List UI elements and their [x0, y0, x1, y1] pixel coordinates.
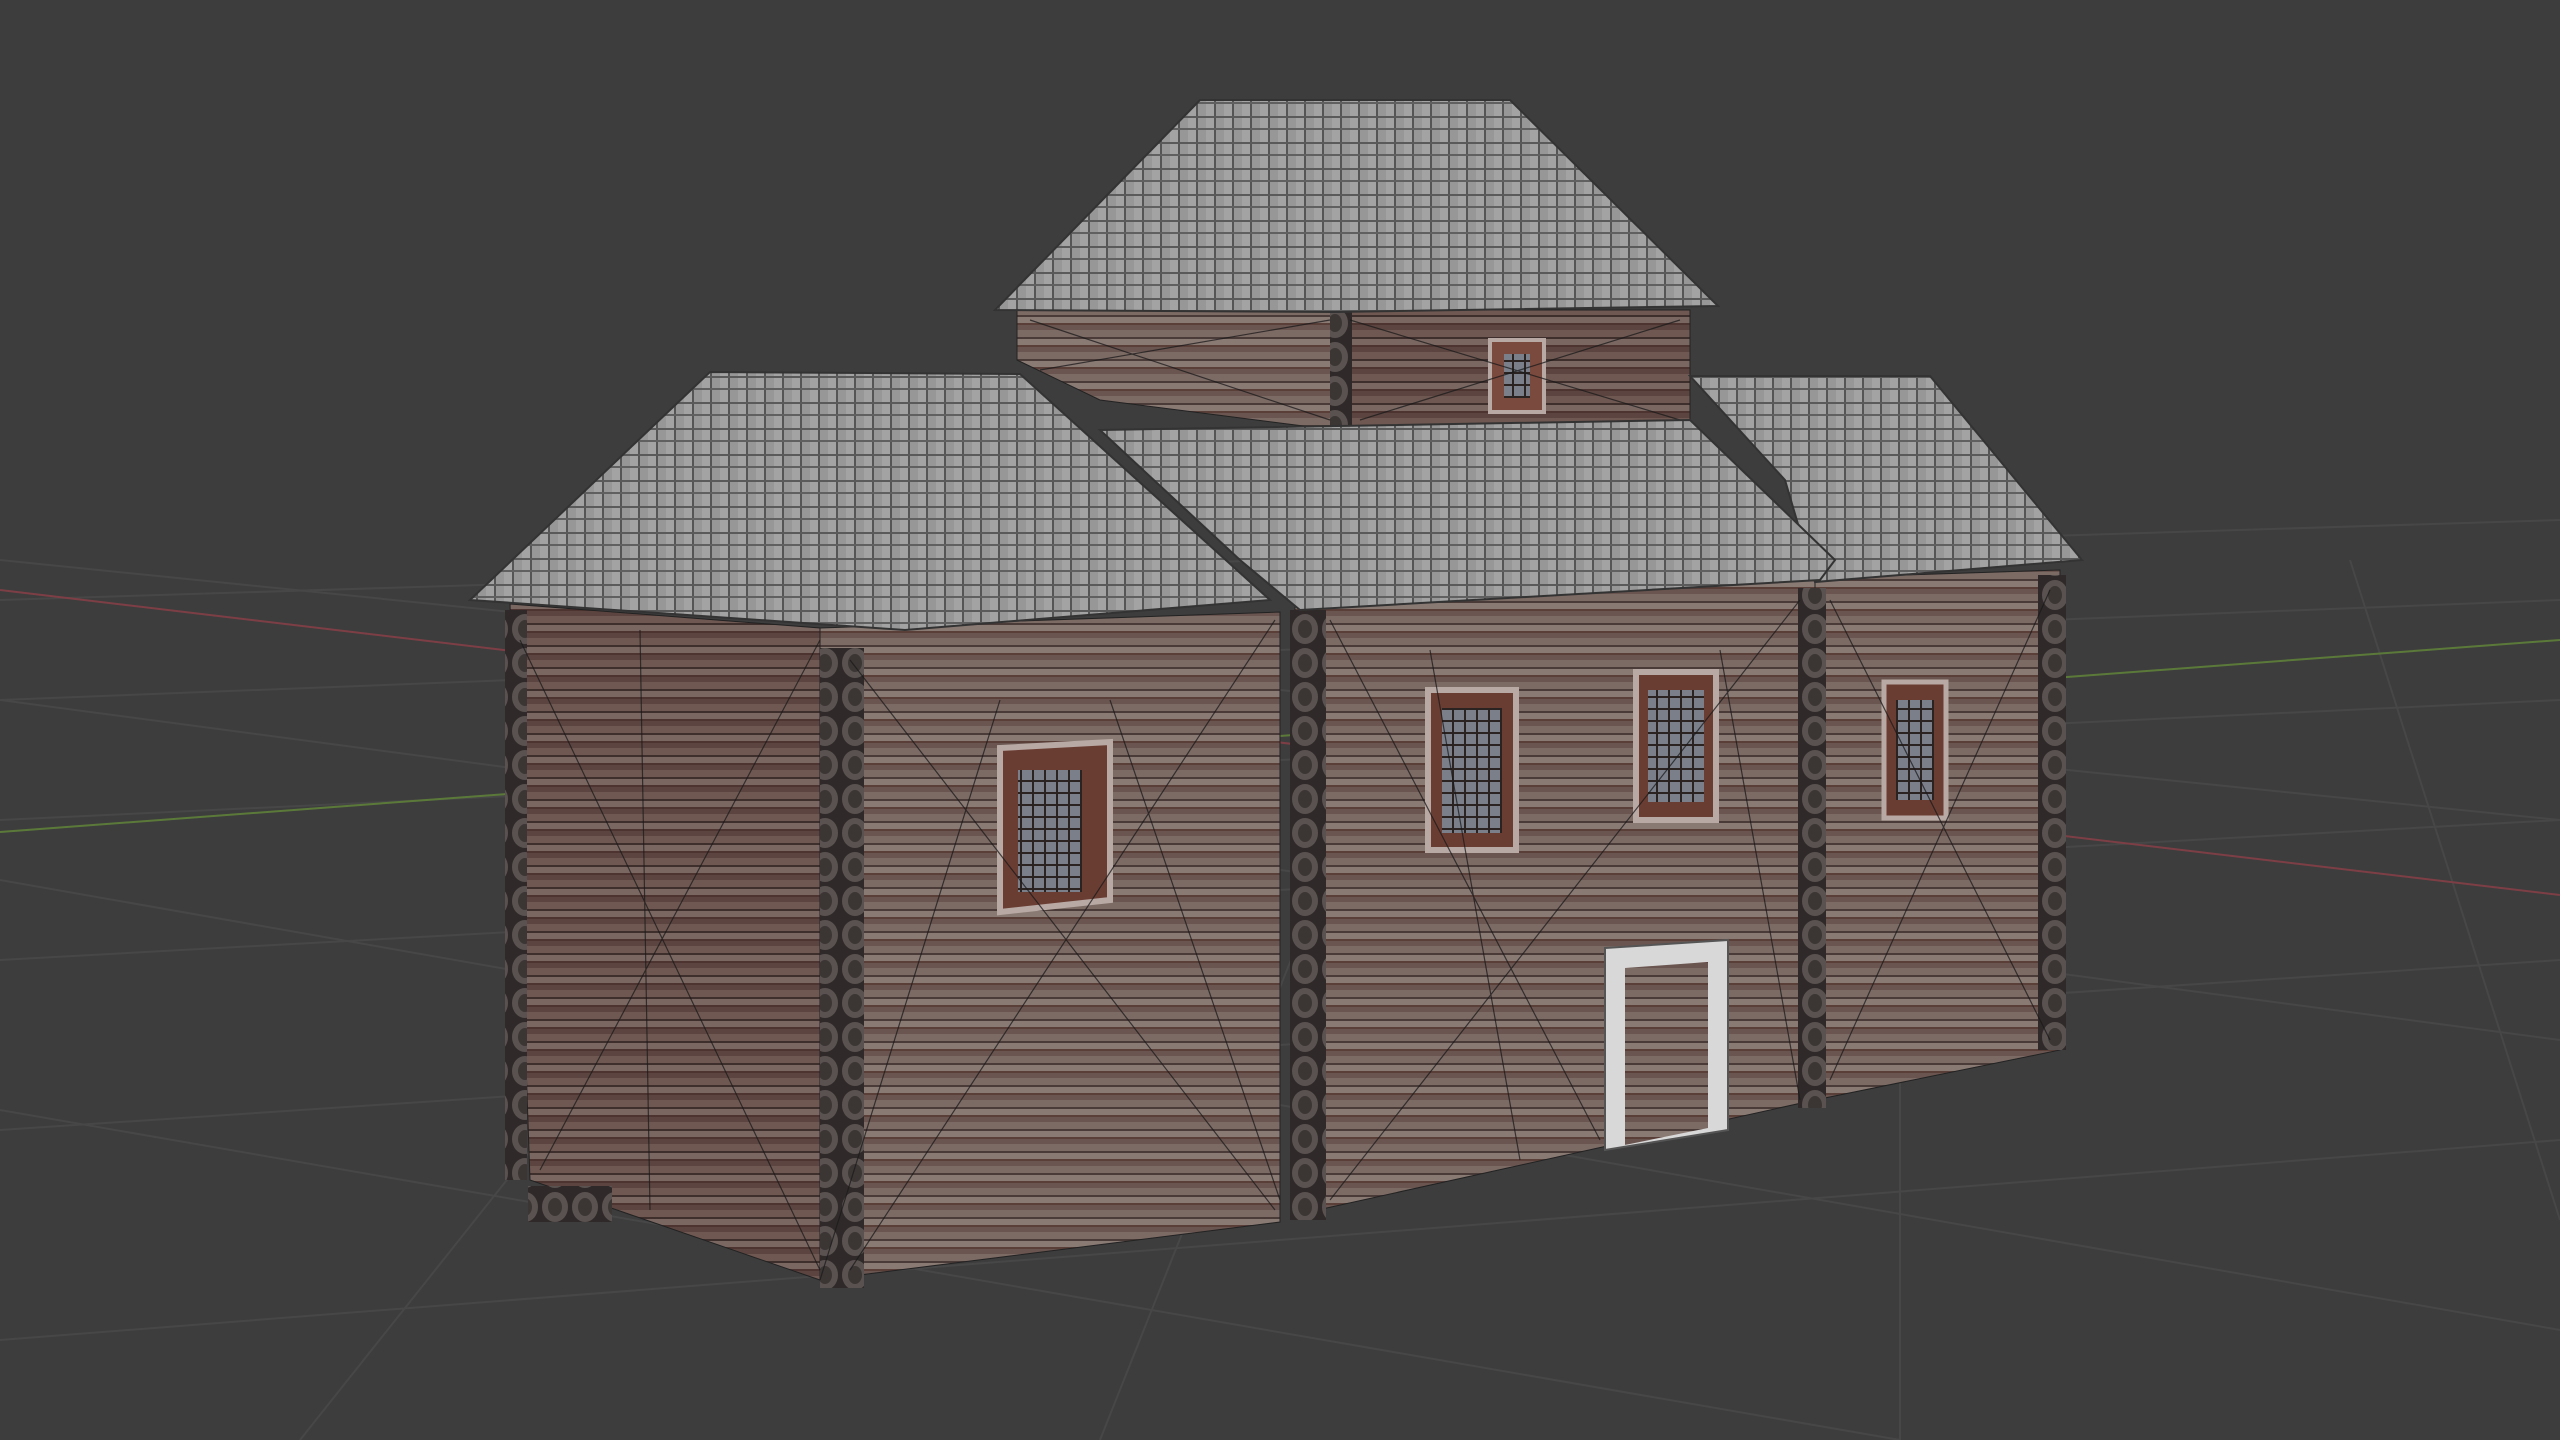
tower-window-grille	[1504, 354, 1530, 398]
left-block-front	[819, 611, 1281, 1281]
left-block-logs-left	[505, 610, 527, 1180]
base-logs	[528, 1186, 612, 1222]
tower-wall-left	[1016, 309, 1336, 431]
left-block-logs-corner	[820, 648, 864, 1288]
log-church-model[interactable]	[467, 99, 2084, 1288]
central-window-right-grille	[1648, 690, 1704, 802]
left-roof	[467, 370, 1273, 632]
right-window-grille	[1896, 700, 1934, 800]
tower-roof	[992, 99, 1721, 314]
door-panel	[1625, 962, 1708, 1145]
central-logs-left	[1290, 610, 1326, 1220]
central-wall	[1294, 579, 1816, 1216]
right-wing-logs	[2038, 575, 2066, 1050]
3d-viewport[interactable]	[0, 0, 2560, 1440]
tower-logs	[1330, 312, 1352, 432]
left-window-grille	[1018, 770, 1082, 892]
left-block-side	[509, 603, 821, 1281]
central-logs-right	[1798, 588, 1826, 1108]
